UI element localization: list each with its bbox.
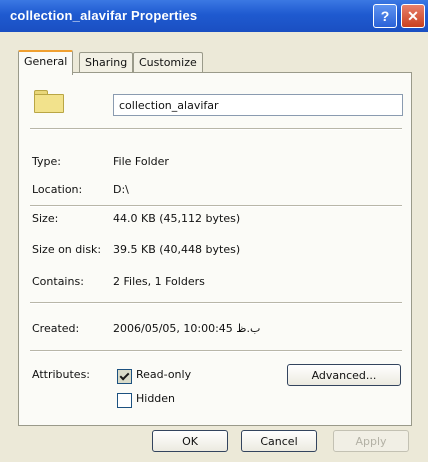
close-button[interactable]: ✕ xyxy=(401,4,425,28)
folder-name-field[interactable]: collection_alavifar xyxy=(113,94,403,116)
location-label: Location: xyxy=(32,183,83,196)
separator xyxy=(30,302,402,304)
created-value: 2006/05/05, 10:00:45 ب.ظ xyxy=(113,322,261,335)
size-label: Size: xyxy=(32,212,59,225)
created-label: Created: xyxy=(32,322,80,335)
contains-value: 2 Files, 1 Folders xyxy=(113,275,205,288)
advanced-button[interactable]: Advanced... xyxy=(287,364,401,386)
size-value: 44.0 KB (45,112 bytes) xyxy=(113,212,241,225)
window-title: collection_alavifar Properties xyxy=(10,8,198,23)
cancel-button[interactable]: Cancel xyxy=(241,430,317,452)
help-button[interactable]: ? xyxy=(373,4,397,28)
contains-label: Contains: xyxy=(32,275,84,288)
separator xyxy=(30,128,402,130)
readonly-label[interactable]: Read-only xyxy=(136,368,191,381)
tab-general[interactable]: General xyxy=(18,50,74,75)
title-bar[interactable]: collection_alavifar Properties ? ✕ xyxy=(0,0,428,32)
separator xyxy=(30,205,402,207)
size-on-disk-value: 39.5 KB (40,448 bytes) xyxy=(113,243,241,256)
size-on-disk-label: Size on disk: xyxy=(32,243,102,256)
type-value: File Folder xyxy=(113,155,169,168)
type-label: Type: xyxy=(32,155,61,168)
hidden-label[interactable]: Hidden xyxy=(136,392,175,405)
ok-button[interactable]: OK xyxy=(152,430,228,452)
attributes-label: Attributes: xyxy=(32,368,91,381)
hidden-checkbox[interactable] xyxy=(117,393,132,408)
readonly-checkbox[interactable] xyxy=(117,369,132,384)
folder-icon xyxy=(34,90,64,113)
location-value: D:\ xyxy=(113,183,129,196)
apply-button[interactable]: Apply xyxy=(333,430,409,452)
tab-sharing[interactable]: Sharing xyxy=(79,52,134,73)
tab-customize[interactable]: Customize xyxy=(133,52,203,73)
properties-dialog: collection_alavifar Properties ? ✕ Gener… xyxy=(0,0,428,462)
separator xyxy=(30,350,402,352)
